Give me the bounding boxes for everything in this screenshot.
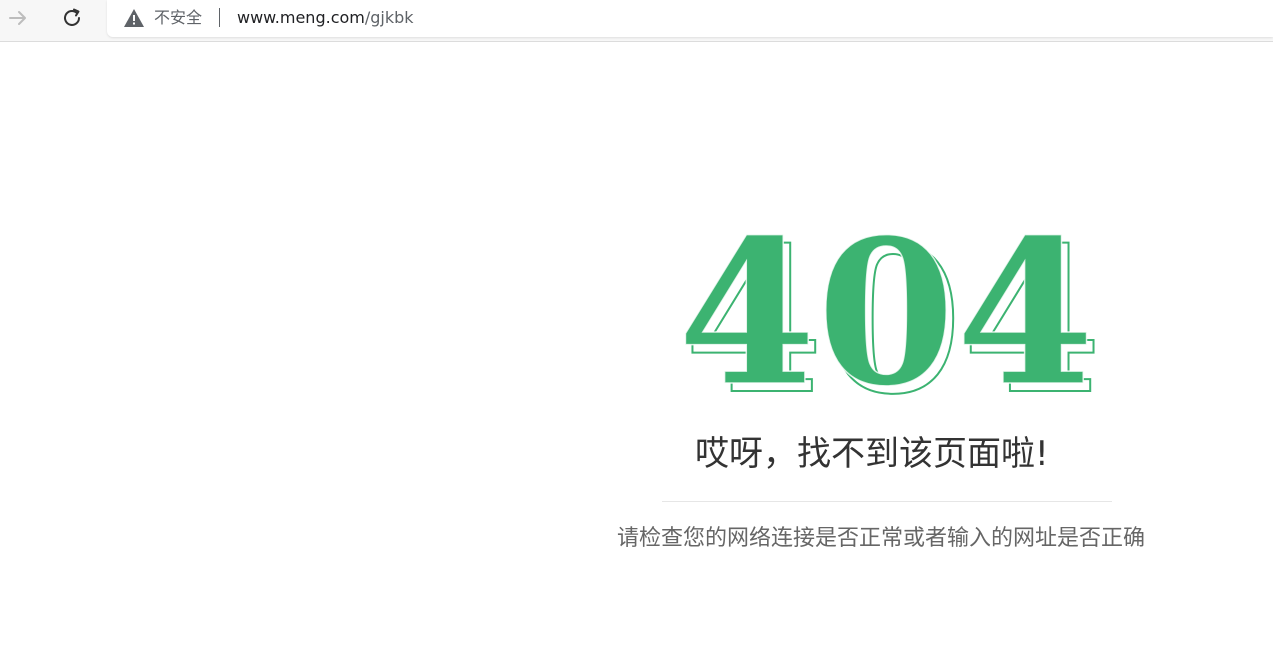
url-path: /gjkbk [364, 8, 414, 27]
error-headline: 哎呀，找不到该页面啦! [695, 434, 1049, 474]
arrow-right-icon [9, 11, 26, 25]
reload-button[interactable] [57, 4, 87, 32]
error-code-404: 404 404 404 [677, 231, 1103, 406]
reload-icon [64, 8, 80, 26]
url-host: www.meng.com [237, 8, 365, 27]
warning-triangle-icon[interactable] [123, 8, 145, 28]
page-content: 404 404 404 哎呀，找不到该页面啦! 请检查您的网络连接是否正常或者输… [0, 43, 1273, 662]
address-divider [219, 8, 220, 27]
browser-toolbar: 不安全 www.meng.com/gjkbk [0, 0, 1273, 42]
error-description: 请检查您的网络连接是否正常或者输入的网址是否正确 [617, 526, 1146, 551]
forward-button[interactable] [3, 4, 33, 32]
address-bar[interactable]: 不安全 www.meng.com/gjkbk [107, 0, 1273, 37]
error-code-inline: 404 [677, 231, 1094, 406]
url-text[interactable]: www.meng.com/gjkbk [237, 8, 414, 28]
separator-line [662, 501, 1112, 502]
security-status-label[interactable]: 不安全 [154, 8, 202, 28]
